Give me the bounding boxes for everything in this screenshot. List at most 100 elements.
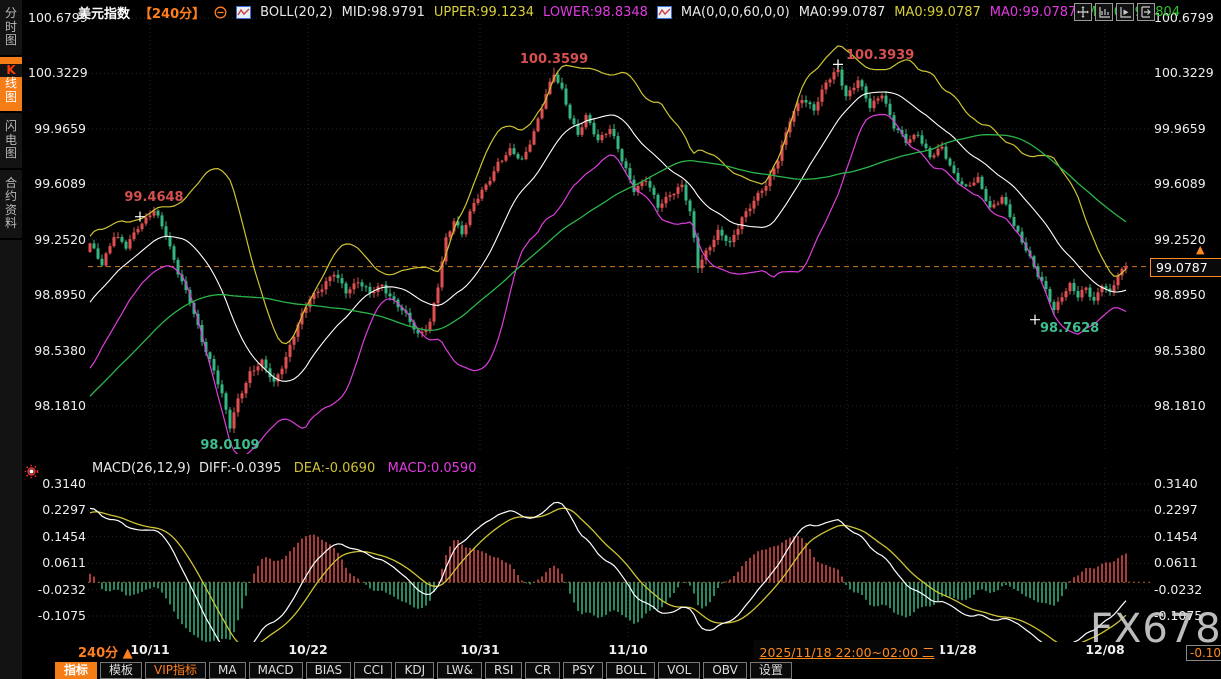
price-axis-label-right: 99.9659 bbox=[1154, 121, 1206, 136]
time-axis-tick: 11/28 bbox=[937, 642, 976, 657]
toolbar-item-indicator[interactable]: 指标 bbox=[55, 662, 97, 679]
macd-axis-label-right: 0.0611 bbox=[1154, 555, 1198, 570]
low-price-annotation: 98.7628 bbox=[1040, 321, 1099, 336]
sidebar-item-flash-chart[interactable]: 闪电图 bbox=[0, 113, 22, 170]
minus-circle-icon[interactable] bbox=[214, 6, 227, 19]
macd-axis-label-right: 0.3140 bbox=[1154, 476, 1198, 491]
low-price-annotation: 98.0109 bbox=[200, 438, 259, 453]
sidebar-item-time-chart[interactable]: 分时图 bbox=[0, 0, 22, 57]
ma0-value-2: MA0:99.0787 bbox=[894, 5, 981, 20]
sidebar-item-contract-info[interactable]: 合约资料 bbox=[0, 170, 22, 240]
price-axis-label-left: 98.8950 bbox=[28, 287, 86, 302]
ma0-value-3: MA0:99.0787 bbox=[990, 5, 1077, 20]
macd-axis-label-left: -0.0232 bbox=[28, 582, 86, 597]
sidebar-item-char: 资 bbox=[0, 204, 22, 218]
sidebar-item-char: 时 bbox=[0, 21, 22, 35]
price-axis-label-left: 99.6089 bbox=[28, 176, 86, 191]
toolbar-item-settings[interactable]: 设置 bbox=[750, 662, 792, 679]
macd-axis-label-left: -0.1075 bbox=[28, 608, 86, 623]
sidebar-item-char: 合 bbox=[0, 177, 22, 191]
shift-right-icon[interactable] bbox=[1137, 3, 1155, 21]
toolbar-item-vol[interactable]: VOL bbox=[658, 662, 700, 679]
toolbar-item-bias[interactable]: BIAS bbox=[306, 662, 352, 679]
toolbar-item-kdj[interactable]: KDJ bbox=[395, 662, 434, 679]
sidebar-item-kline-chart[interactable]: K线图 bbox=[0, 57, 22, 114]
toolbar-item-ma[interactable]: MA bbox=[209, 662, 246, 679]
toolbar-item-cr[interactable]: CR bbox=[525, 662, 560, 679]
macd-macd-value: MACD:0.0590 bbox=[388, 461, 477, 476]
high-price-annotation: 99.4648 bbox=[124, 190, 183, 205]
boll-upper-value: UPPER:99.1234 bbox=[434, 5, 534, 20]
macd-axis-label-left: 0.0611 bbox=[28, 555, 86, 570]
high-price-annotation: 100.3939 bbox=[846, 48, 914, 63]
sidebar-item-char: 分 bbox=[0, 7, 22, 21]
macd-current-value-tag: -0.1083 bbox=[1186, 645, 1221, 661]
price-axis-label-left: 99.2520 bbox=[28, 232, 86, 247]
toolbar-item-vip-indicator[interactable]: VIP指标 bbox=[145, 662, 206, 679]
macd-header: MACD(26,12,9) DIFF:-0.0395 DEA:-0.0690 M… bbox=[92, 461, 476, 476]
ma0-value-1: MA0:99.0787 bbox=[799, 5, 886, 20]
macd-axis-label-left: 0.1454 bbox=[28, 529, 86, 544]
toolbar-item-obv[interactable]: OBV bbox=[703, 662, 747, 679]
chart-type-sidebar: 分时图K线图闪电图合约资料 bbox=[0, 0, 22, 679]
indicator-header-bar: 美元指数 【240分】 BOLL(20,2) MID:98.9791 UPPER… bbox=[78, 2, 1180, 22]
sidebar-item-char: 图 bbox=[0, 34, 22, 48]
macd-diff-value: DIFF:-0.0395 bbox=[199, 461, 281, 476]
macd-axis-label-right: -0.0232 bbox=[1154, 582, 1202, 597]
time-axis-tick: 10/31 bbox=[460, 642, 499, 657]
macd-axis-label-left: 0.2297 bbox=[28, 502, 86, 517]
toolbar-item-template[interactable]: 模板 bbox=[100, 662, 142, 679]
toolbar-item-macd[interactable]: MACD bbox=[249, 662, 303, 679]
macd-params-label: MACD(26,12,9) bbox=[92, 461, 191, 476]
sidebar-item-char: 线 bbox=[0, 77, 22, 91]
toolbar-item-cci[interactable]: CCI bbox=[354, 662, 392, 679]
price-axis-label-left: 98.5380 bbox=[28, 343, 86, 358]
sidebar-item-char: 图 bbox=[0, 147, 22, 161]
indicator-toolbar: 指标模板VIP指标MAMACDBIASCCIKDJLW&RSICRPSYBOLL… bbox=[55, 662, 792, 679]
ma-chart-icon[interactable] bbox=[657, 6, 672, 19]
macd-axis-label-right: 0.1454 bbox=[1154, 529, 1198, 544]
sidebar-item-char: 约 bbox=[0, 190, 22, 204]
price-axis-label-right: 100.3229 bbox=[1154, 65, 1214, 80]
toolbar-item-boll[interactable]: BOLL bbox=[606, 662, 655, 679]
sidebar-item-char: 图 bbox=[0, 91, 22, 105]
chart-tool-icons bbox=[1074, 3, 1155, 21]
chart-canvas[interactable] bbox=[0, 0, 1221, 679]
sidebar-item-char: K bbox=[0, 64, 22, 78]
macd-axis-label-left: 0.3140 bbox=[28, 476, 86, 491]
sidebar-item-char: 闪 bbox=[0, 120, 22, 134]
boll-lower-value: LOWER:98.8348 bbox=[543, 5, 648, 20]
toolbar-item-lw[interactable]: LW& bbox=[437, 662, 482, 679]
period-selector[interactable]: 240分 ▲ bbox=[78, 642, 133, 661]
price-alert-arrow-icon[interactable]: ▲ bbox=[1196, 243, 1204, 256]
toolbar-item-psy[interactable]: PSY bbox=[563, 662, 603, 679]
toolbar-item-rsi[interactable]: RSI bbox=[485, 662, 523, 679]
high-price-annotation: 100.3599 bbox=[520, 52, 588, 67]
price-axis-label-left: 99.9659 bbox=[28, 121, 86, 136]
price-axis-label-left: 100.3229 bbox=[28, 65, 86, 80]
current-price-tag: 99.0787 bbox=[1150, 258, 1221, 277]
time-axis-tick: 10/11 bbox=[130, 642, 169, 657]
ma-label: MA(0,0,0,60,0,0) bbox=[681, 5, 790, 20]
period-label: 【240分】 bbox=[139, 3, 205, 22]
sidebar-item-char: 电 bbox=[0, 134, 22, 148]
pan-icon[interactable] bbox=[1074, 3, 1092, 21]
boll-chart-icon[interactable] bbox=[236, 6, 251, 19]
price-axis-label-left: 98.1810 bbox=[28, 398, 86, 413]
time-axis-tick: 11/10 bbox=[608, 642, 647, 657]
symbol-title: 美元指数 bbox=[78, 3, 130, 22]
time-axis-tick: 10/22 bbox=[288, 642, 327, 657]
trading-app-window: { "header": { "symbol": "美元指数", "period"… bbox=[0, 0, 1221, 679]
boll-mid-value: MID:98.9791 bbox=[342, 5, 425, 20]
period-selector-label: 240分 bbox=[78, 646, 118, 661]
price-axis-label-right: 98.8950 bbox=[1154, 287, 1206, 302]
axis-scale-icon[interactable] bbox=[1095, 3, 1113, 21]
macd-axis-label-right: 0.2297 bbox=[1154, 502, 1198, 517]
boll-label: BOLL(20,2) bbox=[260, 5, 333, 20]
macd-dea-value: DEA:-0.0690 bbox=[294, 461, 375, 476]
price-axis-label-right: 98.5380 bbox=[1154, 343, 1206, 358]
play-chart-icon[interactable] bbox=[1116, 3, 1134, 21]
price-axis-label-right: 98.1810 bbox=[1154, 398, 1206, 413]
selected-candle-time-label: 2025/11/18 22:00~02:00 二 bbox=[753, 640, 940, 663]
time-axis: 240分 ▲ 10/1110/2210/3111/1011/2812/08202… bbox=[22, 640, 1221, 660]
